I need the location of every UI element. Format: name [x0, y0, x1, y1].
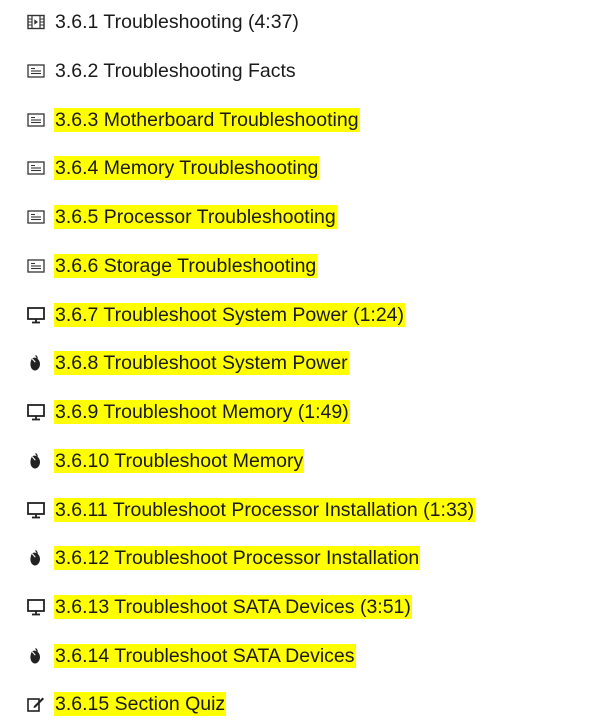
- lesson-label[interactable]: 3.6.7 Troubleshoot System Power (1:24): [54, 303, 406, 327]
- lesson-label[interactable]: 3.6.3 Motherboard Troubleshooting: [54, 108, 360, 132]
- mouse-icon: [27, 452, 45, 470]
- lesson-item[interactable]: 3.6.1 Troubleshooting (4:37): [0, 4, 616, 40]
- quiz-icon: [27, 695, 45, 713]
- lesson-label[interactable]: 3.6.15 Section Quiz: [54, 692, 227, 716]
- lesson-label[interactable]: 3.6.4 Memory Troubleshooting: [54, 156, 320, 180]
- lesson-label[interactable]: 3.6.12 Troubleshoot Processor Installati…: [54, 546, 421, 570]
- lesson-label[interactable]: 3.6.2 Troubleshooting Facts: [54, 59, 297, 83]
- lesson-item[interactable]: 3.6.7 Troubleshoot System Power (1:24): [0, 297, 616, 333]
- mouse-icon: [27, 549, 45, 567]
- lesson-item[interactable]: 3.6.15 Section Quiz: [0, 686, 616, 722]
- document-icon: [27, 159, 45, 177]
- mouse-icon: [27, 647, 45, 665]
- monitor-icon: [27, 403, 45, 421]
- lesson-item[interactable]: 3.6.11 Troubleshoot Processor Installati…: [0, 492, 616, 528]
- document-icon: [27, 257, 45, 275]
- lesson-item[interactable]: 3.6.10 Troubleshoot Memory: [0, 443, 616, 479]
- lesson-label[interactable]: 3.6.1 Troubleshooting (4:37): [54, 10, 300, 34]
- lesson-label[interactable]: 3.6.8 Troubleshoot System Power: [54, 351, 349, 375]
- lesson-item[interactable]: 3.6.14 Troubleshoot SATA Devices: [0, 638, 616, 674]
- lesson-label[interactable]: 3.6.14 Troubleshoot SATA Devices: [54, 644, 356, 668]
- lesson-item[interactable]: 3.6.12 Troubleshoot Processor Installati…: [0, 540, 616, 576]
- lesson-label[interactable]: 3.6.11 Troubleshoot Processor Installati…: [54, 498, 476, 522]
- lesson-item[interactable]: 3.6.3 Motherboard Troubleshooting: [0, 102, 616, 138]
- document-icon: [27, 208, 45, 226]
- lesson-item[interactable]: 3.6.13 Troubleshoot SATA Devices (3:51): [0, 589, 616, 625]
- monitor-icon: [27, 501, 45, 519]
- monitor-icon: [27, 306, 45, 324]
- video-icon: [27, 13, 45, 31]
- lesson-label[interactable]: 3.6.6 Storage Troubleshooting: [54, 254, 318, 278]
- lesson-label[interactable]: 3.6.5 Processor Troubleshooting: [54, 205, 337, 229]
- lesson-item[interactable]: 3.6.9 Troubleshoot Memory (1:49): [0, 394, 616, 430]
- lesson-item[interactable]: 3.6.8 Troubleshoot System Power: [0, 345, 616, 381]
- lesson-label[interactable]: 3.6.13 Troubleshoot SATA Devices (3:51): [54, 595, 412, 619]
- mouse-icon: [27, 354, 45, 372]
- lesson-item[interactable]: 3.6.5 Processor Troubleshooting: [0, 199, 616, 235]
- monitor-icon: [27, 598, 45, 616]
- document-icon: [27, 62, 45, 80]
- lesson-item[interactable]: 3.6.4 Memory Troubleshooting: [0, 150, 616, 186]
- lesson-item[interactable]: 3.6.2 Troubleshooting Facts: [0, 53, 616, 89]
- document-icon: [27, 111, 45, 129]
- lesson-item[interactable]: 3.6.6 Storage Troubleshooting: [0, 248, 616, 284]
- lesson-label[interactable]: 3.6.10 Troubleshoot Memory: [54, 449, 305, 473]
- lesson-label[interactable]: 3.6.9 Troubleshoot Memory (1:49): [54, 400, 350, 424]
